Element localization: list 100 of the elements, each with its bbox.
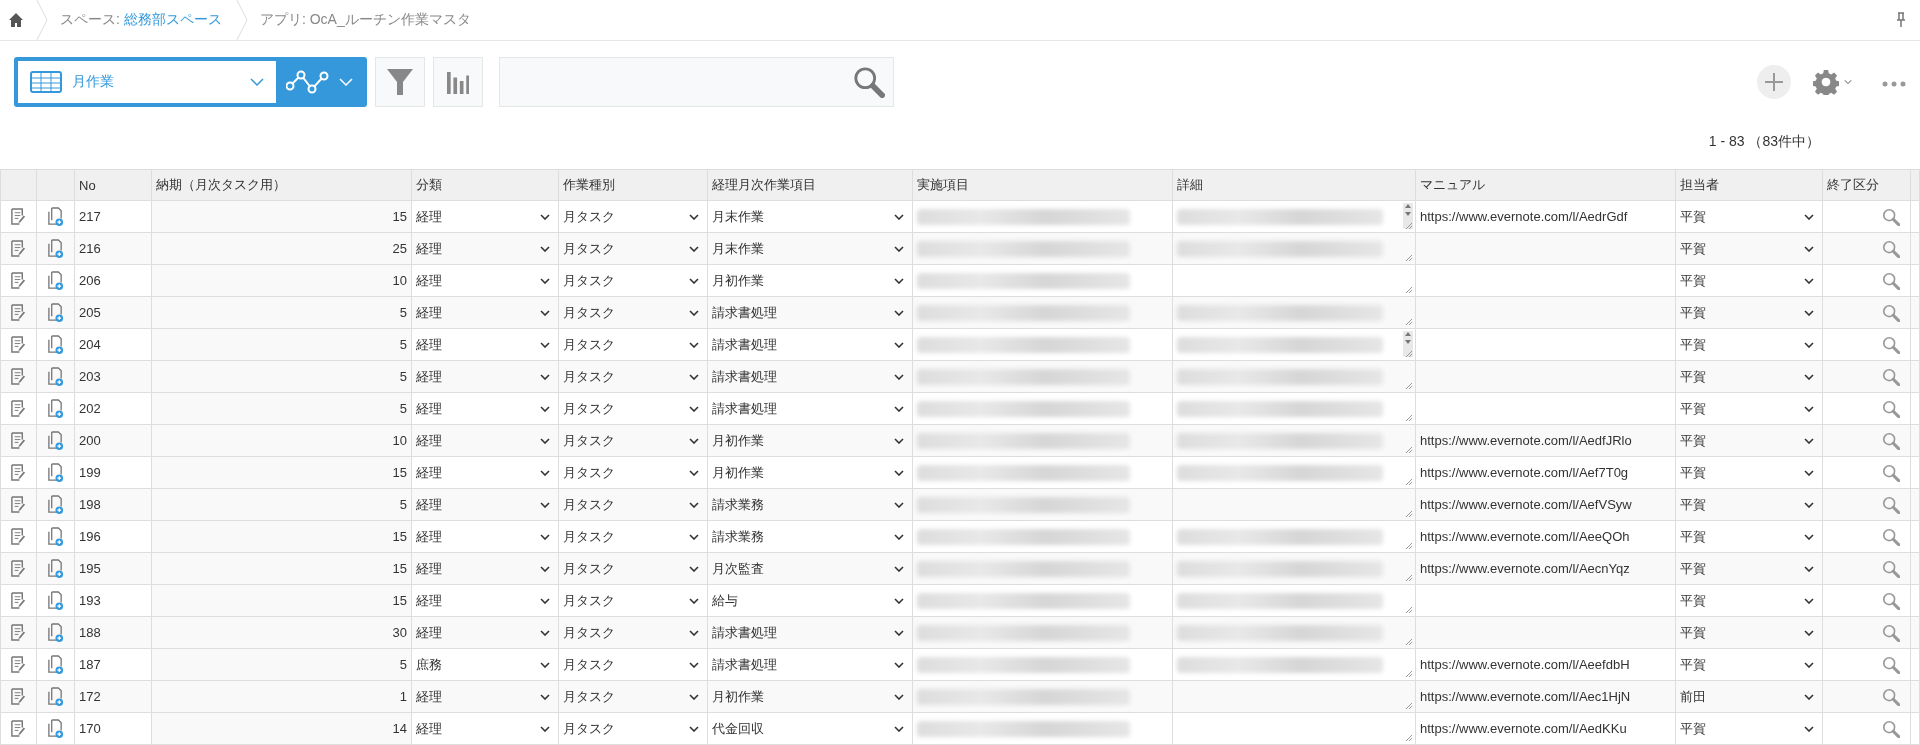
- search-icon[interactable]: [853, 66, 885, 98]
- copy-record-icon[interactable]: [47, 463, 64, 482]
- edit-record-icon[interactable]: [10, 431, 27, 450]
- copy-record-icon[interactable]: [47, 399, 64, 418]
- resize-handle-icon[interactable]: [1405, 606, 1413, 614]
- copy-record-icon[interactable]: [47, 239, 64, 258]
- chevron-icon: [1804, 309, 1814, 316]
- edit-record-icon[interactable]: [10, 623, 27, 642]
- copy-record-icon[interactable]: [47, 591, 64, 610]
- edit-record-icon[interactable]: [10, 239, 27, 258]
- chevron-icon: [894, 277, 904, 284]
- resize-handle-icon[interactable]: [1405, 318, 1413, 326]
- edit-record-icon[interactable]: [10, 399, 27, 418]
- scroll-arrows-icon[interactable]: [1403, 331, 1413, 357]
- detail-text-area[interactable]: [1172, 648, 1416, 681]
- lookup-icon[interactable]: [1882, 591, 1900, 610]
- chart-button[interactable]: [433, 57, 483, 107]
- lookup-icon[interactable]: [1882, 367, 1900, 386]
- resize-handle-icon[interactable]: [1405, 254, 1413, 262]
- copy-record-icon[interactable]: [47, 623, 64, 642]
- copy-record-icon[interactable]: [47, 495, 64, 514]
- resize-handle-icon[interactable]: [1405, 286, 1413, 294]
- scroll-arrows-icon[interactable]: [1403, 203, 1413, 229]
- column-header: No: [79, 177, 96, 193]
- edit-record-icon[interactable]: [10, 591, 27, 610]
- resize-handle-icon[interactable]: [1405, 446, 1413, 454]
- edit-record-icon[interactable]: [10, 719, 27, 738]
- chevron-icon: [894, 533, 904, 540]
- chevron-icon: [894, 405, 904, 412]
- copy-record-icon[interactable]: [47, 527, 64, 546]
- resize-handle-icon[interactable]: [1405, 222, 1413, 230]
- pin-icon[interactable]: [1896, 12, 1906, 28]
- chevron-icon: [250, 78, 264, 86]
- detail-text-area[interactable]: [1172, 392, 1416, 425]
- lookup-icon[interactable]: [1882, 239, 1900, 258]
- lookup-icon[interactable]: [1882, 719, 1900, 738]
- home-icon[interactable]: [8, 12, 24, 28]
- copy-record-icon[interactable]: [47, 431, 64, 450]
- resize-handle-icon[interactable]: [1405, 702, 1413, 710]
- lookup-icon[interactable]: [1882, 207, 1900, 226]
- edit-record-icon[interactable]: [10, 687, 27, 706]
- chevron-icon: [1804, 565, 1814, 572]
- lookup-icon[interactable]: [1882, 655, 1900, 674]
- resize-handle-icon[interactable]: [1405, 510, 1413, 518]
- chevron-icon: [894, 661, 904, 668]
- copy-record-icon[interactable]: [47, 719, 64, 738]
- chevron-icon: [689, 597, 699, 604]
- lookup-icon[interactable]: [1882, 623, 1900, 642]
- edit-record-icon[interactable]: [10, 655, 27, 674]
- copy-record-icon[interactable]: [47, 335, 64, 354]
- lookup-icon[interactable]: [1882, 527, 1900, 546]
- resize-handle-icon[interactable]: [1405, 670, 1413, 678]
- lookup-icon[interactable]: [1882, 431, 1900, 450]
- edit-record-icon[interactable]: [10, 495, 27, 514]
- resize-handle-icon[interactable]: [1405, 638, 1413, 646]
- copy-record-icon[interactable]: [47, 271, 64, 290]
- column-header: 分類: [416, 177, 442, 192]
- resize-handle-icon[interactable]: [1405, 574, 1413, 582]
- copy-record-icon[interactable]: [47, 303, 64, 322]
- column-header: 実施項目: [917, 177, 969, 192]
- resize-handle-icon[interactable]: [1405, 350, 1413, 358]
- copy-record-icon[interactable]: [47, 655, 64, 674]
- copy-record-icon[interactable]: [47, 687, 64, 706]
- resize-handle-icon[interactable]: [1405, 478, 1413, 486]
- detail-text-area[interactable]: [1172, 456, 1416, 489]
- add-record-button[interactable]: [1757, 65, 1791, 99]
- edit-record-icon[interactable]: [10, 367, 27, 386]
- lookup-icon[interactable]: [1882, 559, 1900, 578]
- resize-handle-icon[interactable]: [1405, 382, 1413, 390]
- lookup-icon[interactable]: [1882, 399, 1900, 418]
- detail-text-area[interactable]: [1172, 520, 1416, 553]
- edit-record-icon[interactable]: [10, 271, 27, 290]
- lookup-icon[interactable]: [1882, 463, 1900, 482]
- edit-record-icon[interactable]: [10, 559, 27, 578]
- filter-button[interactable]: [375, 57, 425, 107]
- chevron-icon: [540, 277, 550, 284]
- edit-record-icon[interactable]: [10, 463, 27, 482]
- search-field[interactable]: [499, 57, 894, 107]
- settings-button[interactable]: [1813, 69, 1852, 95]
- lookup-icon[interactable]: [1882, 495, 1900, 514]
- resize-handle-icon[interactable]: [1405, 734, 1413, 742]
- resize-handle-icon[interactable]: [1405, 414, 1413, 422]
- edit-record-icon[interactable]: [10, 303, 27, 322]
- chevron-icon: [338, 78, 353, 86]
- resize-handle-icon[interactable]: [1405, 542, 1413, 550]
- lookup-icon[interactable]: [1882, 271, 1900, 290]
- chevron-icon: [540, 341, 550, 348]
- edit-record-icon[interactable]: [10, 527, 27, 546]
- chevron-icon: [540, 597, 550, 604]
- edit-record-icon[interactable]: [10, 207, 27, 226]
- detail-text-area[interactable]: [1172, 584, 1416, 617]
- lookup-icon[interactable]: [1882, 335, 1900, 354]
- chevron-icon: [894, 565, 904, 572]
- edit-record-icon[interactable]: [10, 335, 27, 354]
- lookup-icon[interactable]: [1882, 303, 1900, 322]
- chevron-icon: [894, 437, 904, 444]
- lookup-icon[interactable]: [1882, 687, 1900, 706]
- copy-record-icon[interactable]: [47, 367, 64, 386]
- copy-record-icon[interactable]: [47, 207, 64, 226]
- copy-record-icon[interactable]: [47, 559, 64, 578]
